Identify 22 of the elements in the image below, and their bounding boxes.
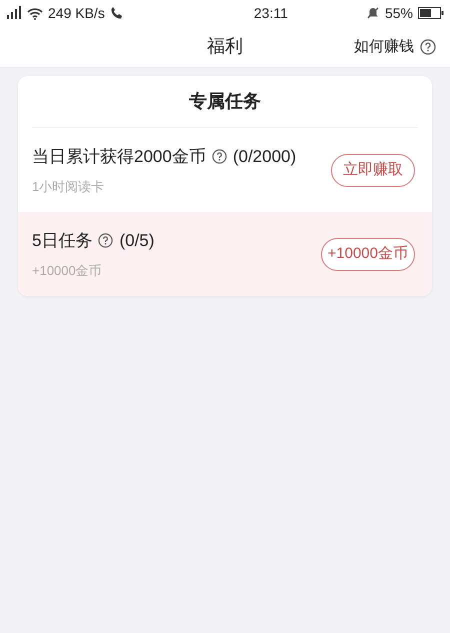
mute-icon [366,6,380,20]
task-action-button[interactable]: 立即赚取 [331,154,415,186]
phone-icon [110,6,124,20]
task-title: 当日累计获得2000金币 [32,146,206,168]
wifi-icon [27,6,43,20]
help-icon [98,232,114,248]
signal-icon [6,6,22,20]
battery-icon [418,7,444,19]
network-speed: 249 KB/s [48,4,105,22]
task-progress: (0/5) [119,230,154,252]
how-to-earn-link[interactable]: 如何赚钱 [354,36,436,58]
page-title: 福利 [207,35,243,58]
help-icon [420,39,436,56]
task-reward: +10000金币 [32,262,103,280]
task-reward: 1小时阅读卡 [32,178,106,196]
task-title: 5日任务 [32,230,92,252]
task-action-button[interactable]: +10000金币 [320,238,415,270]
clock-time: 23:11 [254,4,288,22]
card-title: 专属任务 [189,90,261,113]
battery-percent: 55% [384,4,413,22]
task-progress: (0/2000) [232,146,296,168]
help-icon [212,148,227,164]
